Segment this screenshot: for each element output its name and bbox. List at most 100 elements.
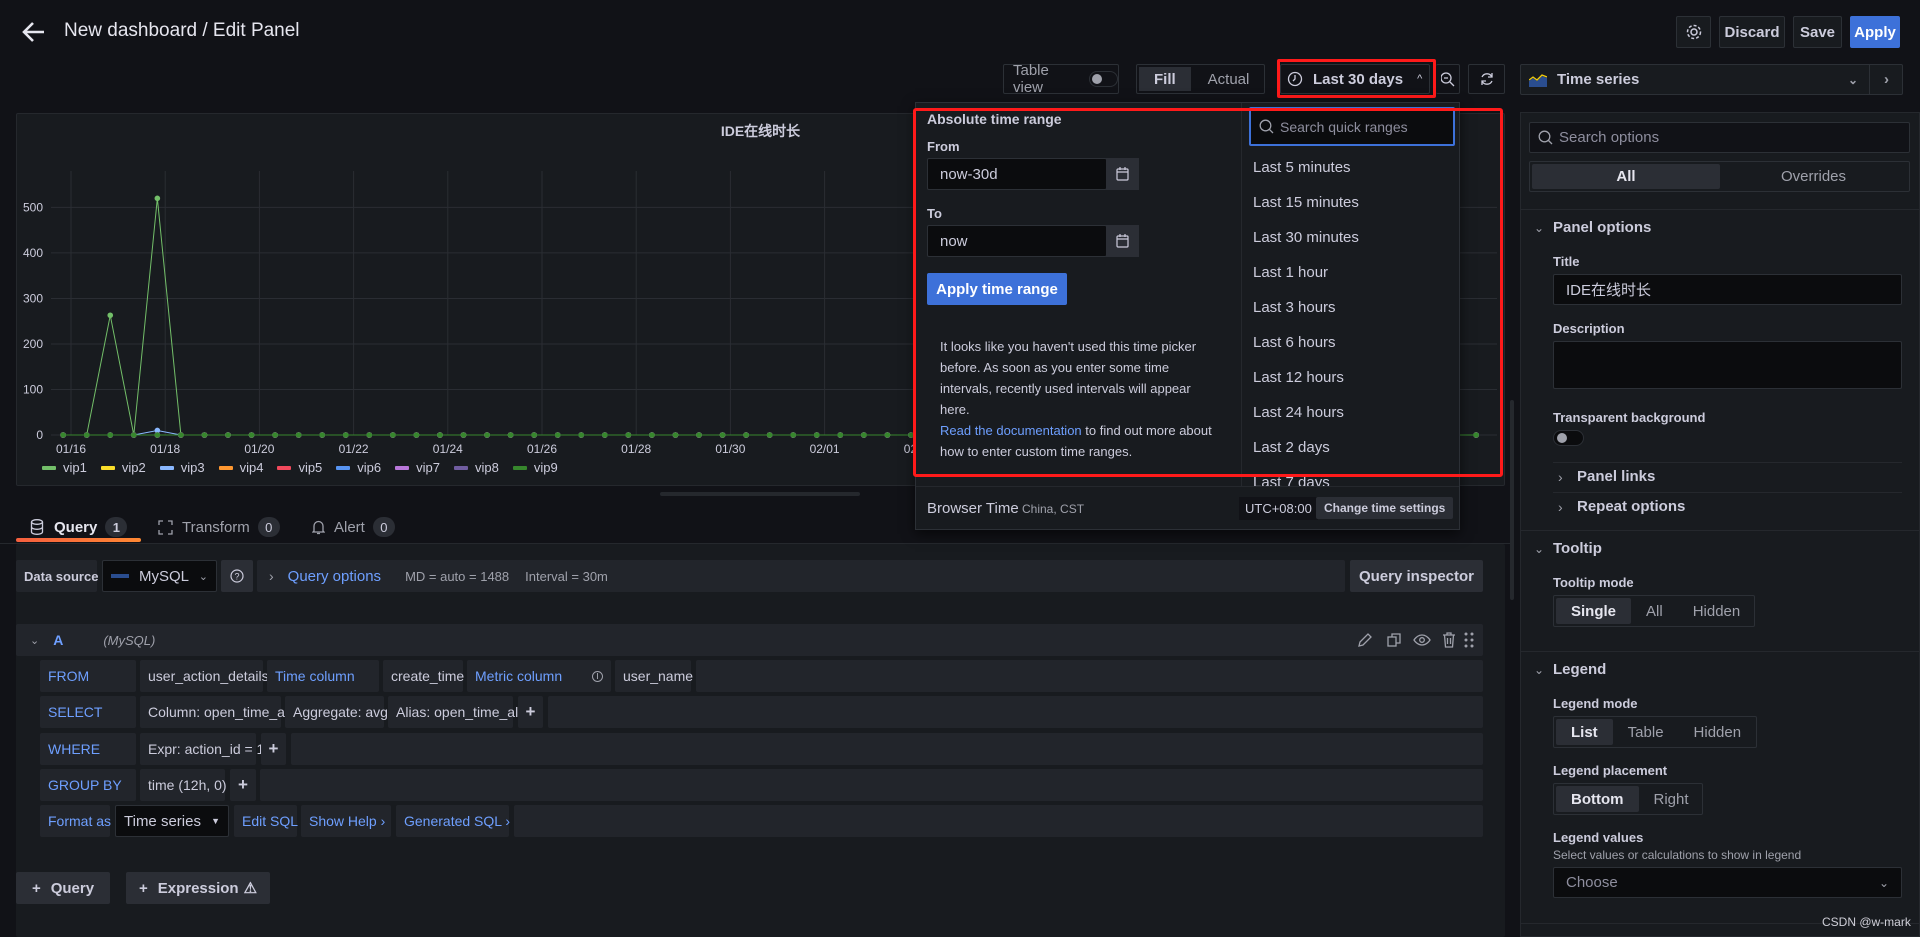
legend-item-vip1[interactable]: vip1 [42, 460, 87, 475]
fill-option[interactable]: Fill [1139, 67, 1191, 91]
drag-handle-icon[interactable] [1464, 631, 1474, 649]
transparent-background-toggle[interactable] [1553, 430, 1584, 446]
panel-resize-handle[interactable] [660, 492, 860, 496]
query-inspector-button[interactable]: Query inspector [1350, 560, 1483, 592]
x-tick-label: 01/16 [56, 442, 86, 456]
zoom-out-icon [1440, 72, 1454, 87]
groupby-value[interactable]: time (12h, 0) [140, 769, 227, 801]
chevron-right-icon: › [1558, 469, 1563, 485]
panel-links-header[interactable]: Panel links [1577, 468, 1655, 485]
select-aggregate[interactable]: Aggregate: avg [285, 696, 388, 728]
table-view-toggle[interactable]: Table view [1003, 62, 1119, 96]
legend-item-vip9[interactable]: vip9 [512, 460, 558, 475]
legend-header[interactable]: Legend [1553, 661, 1606, 678]
legend-item-vip8[interactable]: vip8 [454, 460, 499, 475]
description-textarea[interactable] [1553, 341, 1902, 389]
legend-item-vip2[interactable]: vip2 [100, 460, 146, 475]
query-ref-id[interactable]: A [53, 632, 63, 648]
legend-item-vip6[interactable]: vip6 [336, 460, 381, 475]
actual-option[interactable]: Actual [1191, 71, 1267, 88]
add-query-button[interactable]: + Query [16, 872, 110, 904]
legend-placement-right[interactable]: Right [1639, 786, 1704, 812]
toggle-switch[interactable] [1088, 71, 1118, 87]
add-groupby-button[interactable]: + [230, 769, 256, 801]
legend-mode-list[interactable]: List [1556, 719, 1613, 745]
metric-column-value[interactable]: user_name [615, 660, 693, 692]
trash-icon[interactable] [1442, 632, 1456, 648]
apply-button[interactable]: Apply [1850, 16, 1900, 48]
row-filler [514, 805, 1483, 837]
tab-query[interactable]: Query 1 [30, 513, 128, 541]
duplicate-query-icon[interactable] [1386, 632, 1402, 648]
refresh-icon [1480, 73, 1493, 85]
settings-button[interactable] [1676, 16, 1711, 48]
table-view-label: Table view [1013, 62, 1049, 96]
select-column[interactable]: Column: open_time_all [140, 696, 291, 728]
visualization-label: Time series [1557, 71, 1640, 88]
add-select-button[interactable]: + [518, 696, 543, 728]
zoom-out-button[interactable] [1436, 64, 1460, 94]
generated-sql-button[interactable]: Generated SQL › [396, 805, 510, 837]
collapse-query-button[interactable]: ⌄ [30, 634, 39, 647]
tab-transform[interactable]: Transform 0 [158, 513, 280, 541]
legend-values-select[interactable]: Choose ⌄ [1553, 867, 1902, 898]
data-point-vip9 [154, 432, 161, 438]
add-where-button[interactable]: + [261, 733, 286, 765]
from-table[interactable]: user_action_details [140, 660, 269, 692]
title-input[interactable]: IDE在线时长 [1553, 274, 1902, 305]
legend-item-vip7[interactable]: vip7 [395, 460, 440, 475]
datasource-select[interactable]: MySQL ⌄ [102, 560, 217, 592]
datasource-help-button[interactable]: ? [221, 560, 253, 592]
tab-all[interactable]: All [1532, 164, 1720, 189]
refresh-button[interactable] [1468, 64, 1505, 94]
discard-button[interactable]: Discard [1719, 16, 1785, 48]
editor-scrollbar[interactable] [1510, 400, 1514, 600]
time-picker-highlight [1277, 59, 1436, 98]
tab-alert[interactable]: Alert 0 [312, 513, 395, 541]
data-point-vip9 [437, 432, 443, 438]
format-as-label: Format as [40, 805, 111, 837]
query-options-toggle[interactable]: › Query options MD = auto = 1488 Interva… [257, 560, 1345, 592]
chevron-right-icon: › [1558, 499, 1563, 515]
data-point-vip9 [743, 432, 749, 438]
data-point-vip9 [413, 432, 420, 438]
legend-swatch [454, 465, 469, 470]
watermark: CSDN @w-mark [1822, 915, 1911, 929]
tooltip-all[interactable]: All [1631, 598, 1678, 624]
repeat-options-header[interactable]: Repeat options [1577, 498, 1685, 515]
collapse-options-button[interactable]: › [1869, 65, 1903, 94]
select-alias[interactable]: Alias: open_time_all [388, 696, 521, 728]
edit-sql-button[interactable]: Edit SQL [234, 805, 298, 837]
legend-placement-bottom[interactable]: Bottom [1556, 786, 1639, 812]
eye-icon[interactable] [1413, 632, 1431, 648]
plus-icon: + [138, 879, 148, 897]
data-point-vip9 [554, 432, 561, 438]
tab-overrides[interactable]: Overrides [1720, 164, 1907, 189]
legend-item-vip3[interactable]: vip3 [159, 460, 205, 475]
time-column-value[interactable]: create_time [383, 660, 464, 692]
add-expression-button[interactable]: + Expression ⚠ [126, 872, 270, 904]
legend-item-vip5[interactable]: vip5 [277, 460, 322, 475]
legend-item-vip4[interactable]: vip4 [218, 460, 263, 475]
edit-query-icon[interactable] [1357, 632, 1373, 648]
legend-mode-hidden[interactable]: Hidden [1679, 719, 1757, 745]
tooltip-header[interactable]: Tooltip [1553, 540, 1602, 557]
legend-mode-table[interactable]: Table [1613, 719, 1679, 745]
data-point-vip1 [154, 195, 161, 202]
tooltip-single[interactable]: Single [1556, 598, 1632, 624]
save-button[interactable]: Save [1793, 16, 1842, 48]
browser-time-label: Browser Time [927, 500, 1019, 517]
data-point-vip9 [484, 432, 490, 438]
panel-options-header[interactable]: Panel options [1553, 219, 1651, 236]
back-button[interactable] [20, 18, 48, 46]
where-expression[interactable]: Expr: action_id = 1 [140, 733, 264, 765]
format-select[interactable]: Time series ▼ [115, 805, 229, 837]
interval-value: Interval = 30m [525, 568, 608, 584]
change-time-settings-button[interactable]: Change time settings [1316, 497, 1454, 519]
visualization-picker[interactable]: Time series ⌄ › [1520, 64, 1903, 95]
tooltip-hidden[interactable]: Hidden [1678, 598, 1756, 624]
search-options-input[interactable]: Search options [1529, 122, 1910, 153]
where-keyword: WHERE [40, 733, 136, 765]
show-help-button[interactable]: Show Help › [301, 805, 391, 837]
format-value: Time series [124, 812, 201, 830]
